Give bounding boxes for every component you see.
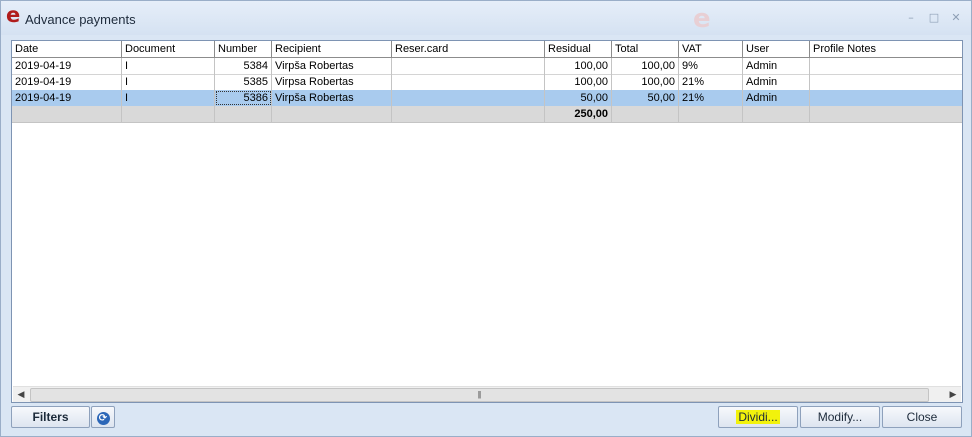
scroll-left-icon[interactable]: ◀ xyxy=(14,388,28,401)
cell-total[interactable]: 100,00 xyxy=(612,74,679,90)
table-row-selected[interactable]: 2019-04-19 I 5386 Virpša Robertas 50,00 … xyxy=(12,90,962,107)
column-header-residual[interactable]: Residual xyxy=(545,41,612,57)
minimize-icon[interactable]: – xyxy=(905,12,917,24)
cell-date[interactable]: 2019-04-19 xyxy=(12,74,122,90)
total-cell-empty xyxy=(679,106,743,122)
cell-residual[interactable]: 50,00 xyxy=(545,90,612,106)
total-cell-empty xyxy=(215,106,272,122)
cell-recipient[interactable]: Virpša Robertas xyxy=(272,58,392,74)
cell-document[interactable]: I xyxy=(122,58,215,74)
cell-vat[interactable]: 21% xyxy=(679,74,743,90)
cell-residual[interactable]: 100,00 xyxy=(545,74,612,90)
advance-payments-window: e Advance payments e – □ ✕ Date Document… xyxy=(0,0,972,437)
column-header-document[interactable]: Document xyxy=(122,41,215,57)
window-title: Advance payments xyxy=(25,12,136,27)
column-header-total[interactable]: Total xyxy=(612,41,679,57)
cell-reser-card[interactable] xyxy=(392,74,545,90)
cell-user[interactable]: Admin xyxy=(743,58,810,74)
cell-document[interactable]: I xyxy=(122,74,215,90)
scroll-right-icon[interactable]: ▶ xyxy=(946,388,960,401)
payments-grid[interactable]: Date Document Number Recipient Reser.car… xyxy=(11,40,963,403)
total-cell-empty xyxy=(743,106,810,122)
cell-vat[interactable]: 9% xyxy=(679,58,743,74)
refresh-icon: ⟳ xyxy=(96,412,110,425)
total-cell-empty xyxy=(122,106,215,122)
close-button[interactable]: Close xyxy=(882,406,962,428)
divide-button-label: Dividi... xyxy=(736,410,780,424)
cell-document[interactable]: I xyxy=(122,90,215,106)
refresh-button[interactable]: ⟳ xyxy=(91,406,115,428)
scroll-grip-icon: ||| xyxy=(477,390,481,399)
cell-number[interactable]: 5385 xyxy=(215,74,272,90)
cell-number-focused[interactable]: 5386 xyxy=(215,90,272,106)
column-header-reser-card[interactable]: Reser.card xyxy=(392,41,545,57)
cell-user[interactable]: Admin xyxy=(743,74,810,90)
cell-user[interactable]: Admin xyxy=(743,90,810,106)
total-cell-empty xyxy=(810,106,962,122)
column-header-date[interactable]: Date xyxy=(12,41,122,57)
total-residual: 250,00 xyxy=(545,106,612,122)
cell-reser-card[interactable] xyxy=(392,90,545,106)
total-cell-empty xyxy=(392,106,545,122)
app-logo-icon: e xyxy=(6,3,21,27)
divide-button[interactable]: Dividi... xyxy=(718,406,798,428)
grid-header-row: Date Document Number Recipient Reser.car… xyxy=(12,41,962,58)
table-row[interactable]: 2019-04-19 I 5384 Virpša Robertas 100,00… xyxy=(12,58,962,75)
total-cell-empty xyxy=(272,106,392,122)
logo-watermark-icon: e xyxy=(693,4,711,34)
column-header-user[interactable]: User xyxy=(743,41,810,57)
column-header-recipient[interactable]: Recipient xyxy=(272,41,392,57)
horizontal-scrollbar[interactable]: ◀ ||| ▶ xyxy=(13,386,961,402)
cell-date[interactable]: 2019-04-19 xyxy=(12,90,122,106)
cell-profile-notes[interactable] xyxy=(810,74,962,90)
cell-recipient[interactable]: Virpša Robertas xyxy=(272,90,392,106)
cell-profile-notes[interactable] xyxy=(810,90,962,106)
column-header-number[interactable]: Number xyxy=(215,41,272,57)
cell-reser-card[interactable] xyxy=(392,58,545,74)
totals-row: 250,00 xyxy=(12,106,962,123)
cell-number[interactable]: 5384 xyxy=(215,58,272,74)
total-cell-empty xyxy=(12,106,122,122)
cell-total[interactable]: 50,00 xyxy=(612,90,679,106)
cell-recipient[interactable]: Virpsa Robertas xyxy=(272,74,392,90)
cell-vat[interactable]: 21% xyxy=(679,90,743,106)
cell-date[interactable]: 2019-04-19 xyxy=(12,58,122,74)
total-cell-empty xyxy=(612,106,679,122)
cell-total[interactable]: 100,00 xyxy=(612,58,679,74)
modify-button[interactable]: Modify... xyxy=(800,406,880,428)
maximize-icon[interactable]: □ xyxy=(928,12,940,24)
close-icon[interactable]: ✕ xyxy=(950,12,962,24)
cell-profile-notes[interactable] xyxy=(810,58,962,74)
table-row[interactable]: 2019-04-19 I 5385 Virpsa Robertas 100,00… xyxy=(12,74,962,91)
filters-button[interactable]: Filters xyxy=(11,406,90,428)
column-header-vat[interactable]: VAT xyxy=(679,41,743,57)
cell-residual[interactable]: 100,00 xyxy=(545,58,612,74)
title-bar[interactable]: e Advance payments e – □ ✕ xyxy=(1,1,971,35)
scrollbar-thumb[interactable]: ||| xyxy=(30,388,929,402)
column-header-profile-notes[interactable]: Profile Notes xyxy=(810,41,962,57)
